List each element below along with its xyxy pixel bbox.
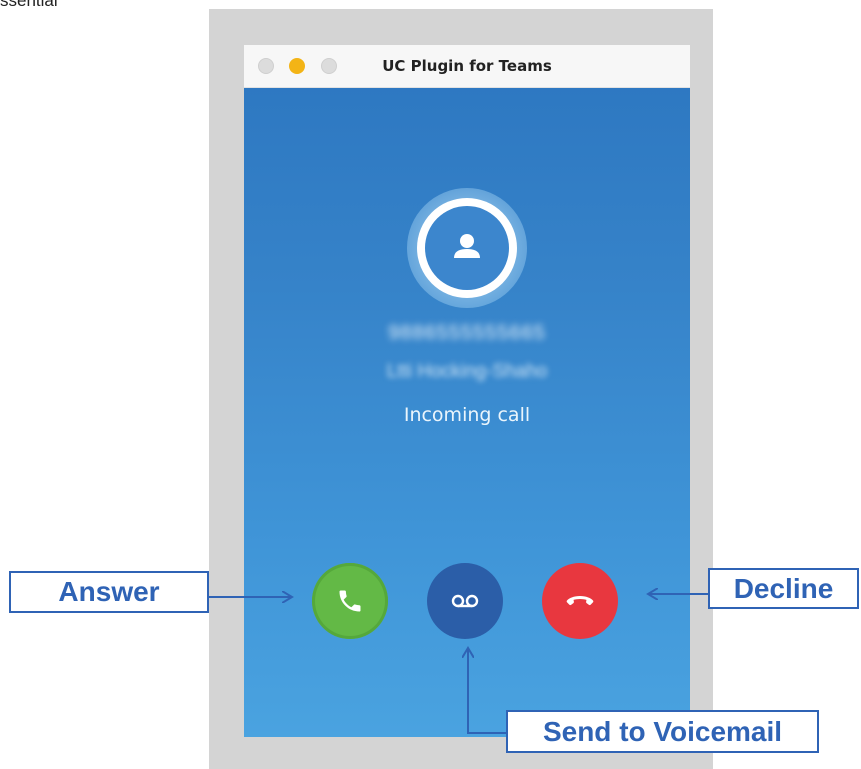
person-icon — [425, 206, 509, 290]
decline-button[interactable] — [542, 563, 618, 639]
title-bar: UC Plugin for Teams — [244, 45, 690, 88]
window-title: UC Plugin for Teams — [382, 57, 552, 75]
call-status: Incoming call — [403, 404, 531, 426]
decline-callout-label: Decline — [708, 568, 859, 609]
voicemail-callout-label: Send to Voicemail — [506, 710, 819, 753]
answer-callout-label: Answer — [9, 571, 209, 613]
voicemail-icon — [451, 594, 479, 608]
phone-icon — [339, 590, 361, 612]
hang-up-icon — [566, 596, 594, 606]
caller-number: 9886555555665 — [388, 322, 546, 344]
cropped-heading-text: ssential — [0, 0, 58, 10]
answer-button[interactable] — [312, 563, 388, 639]
caller-name: Ltti Hocking-Shaho — [386, 361, 548, 382]
incoming-call-window: UC Plugin for Teams 9886555555665 Ltti H… — [244, 45, 690, 737]
caller-avatar — [407, 188, 527, 308]
send-to-voicemail-button[interactable] — [427, 563, 503, 639]
